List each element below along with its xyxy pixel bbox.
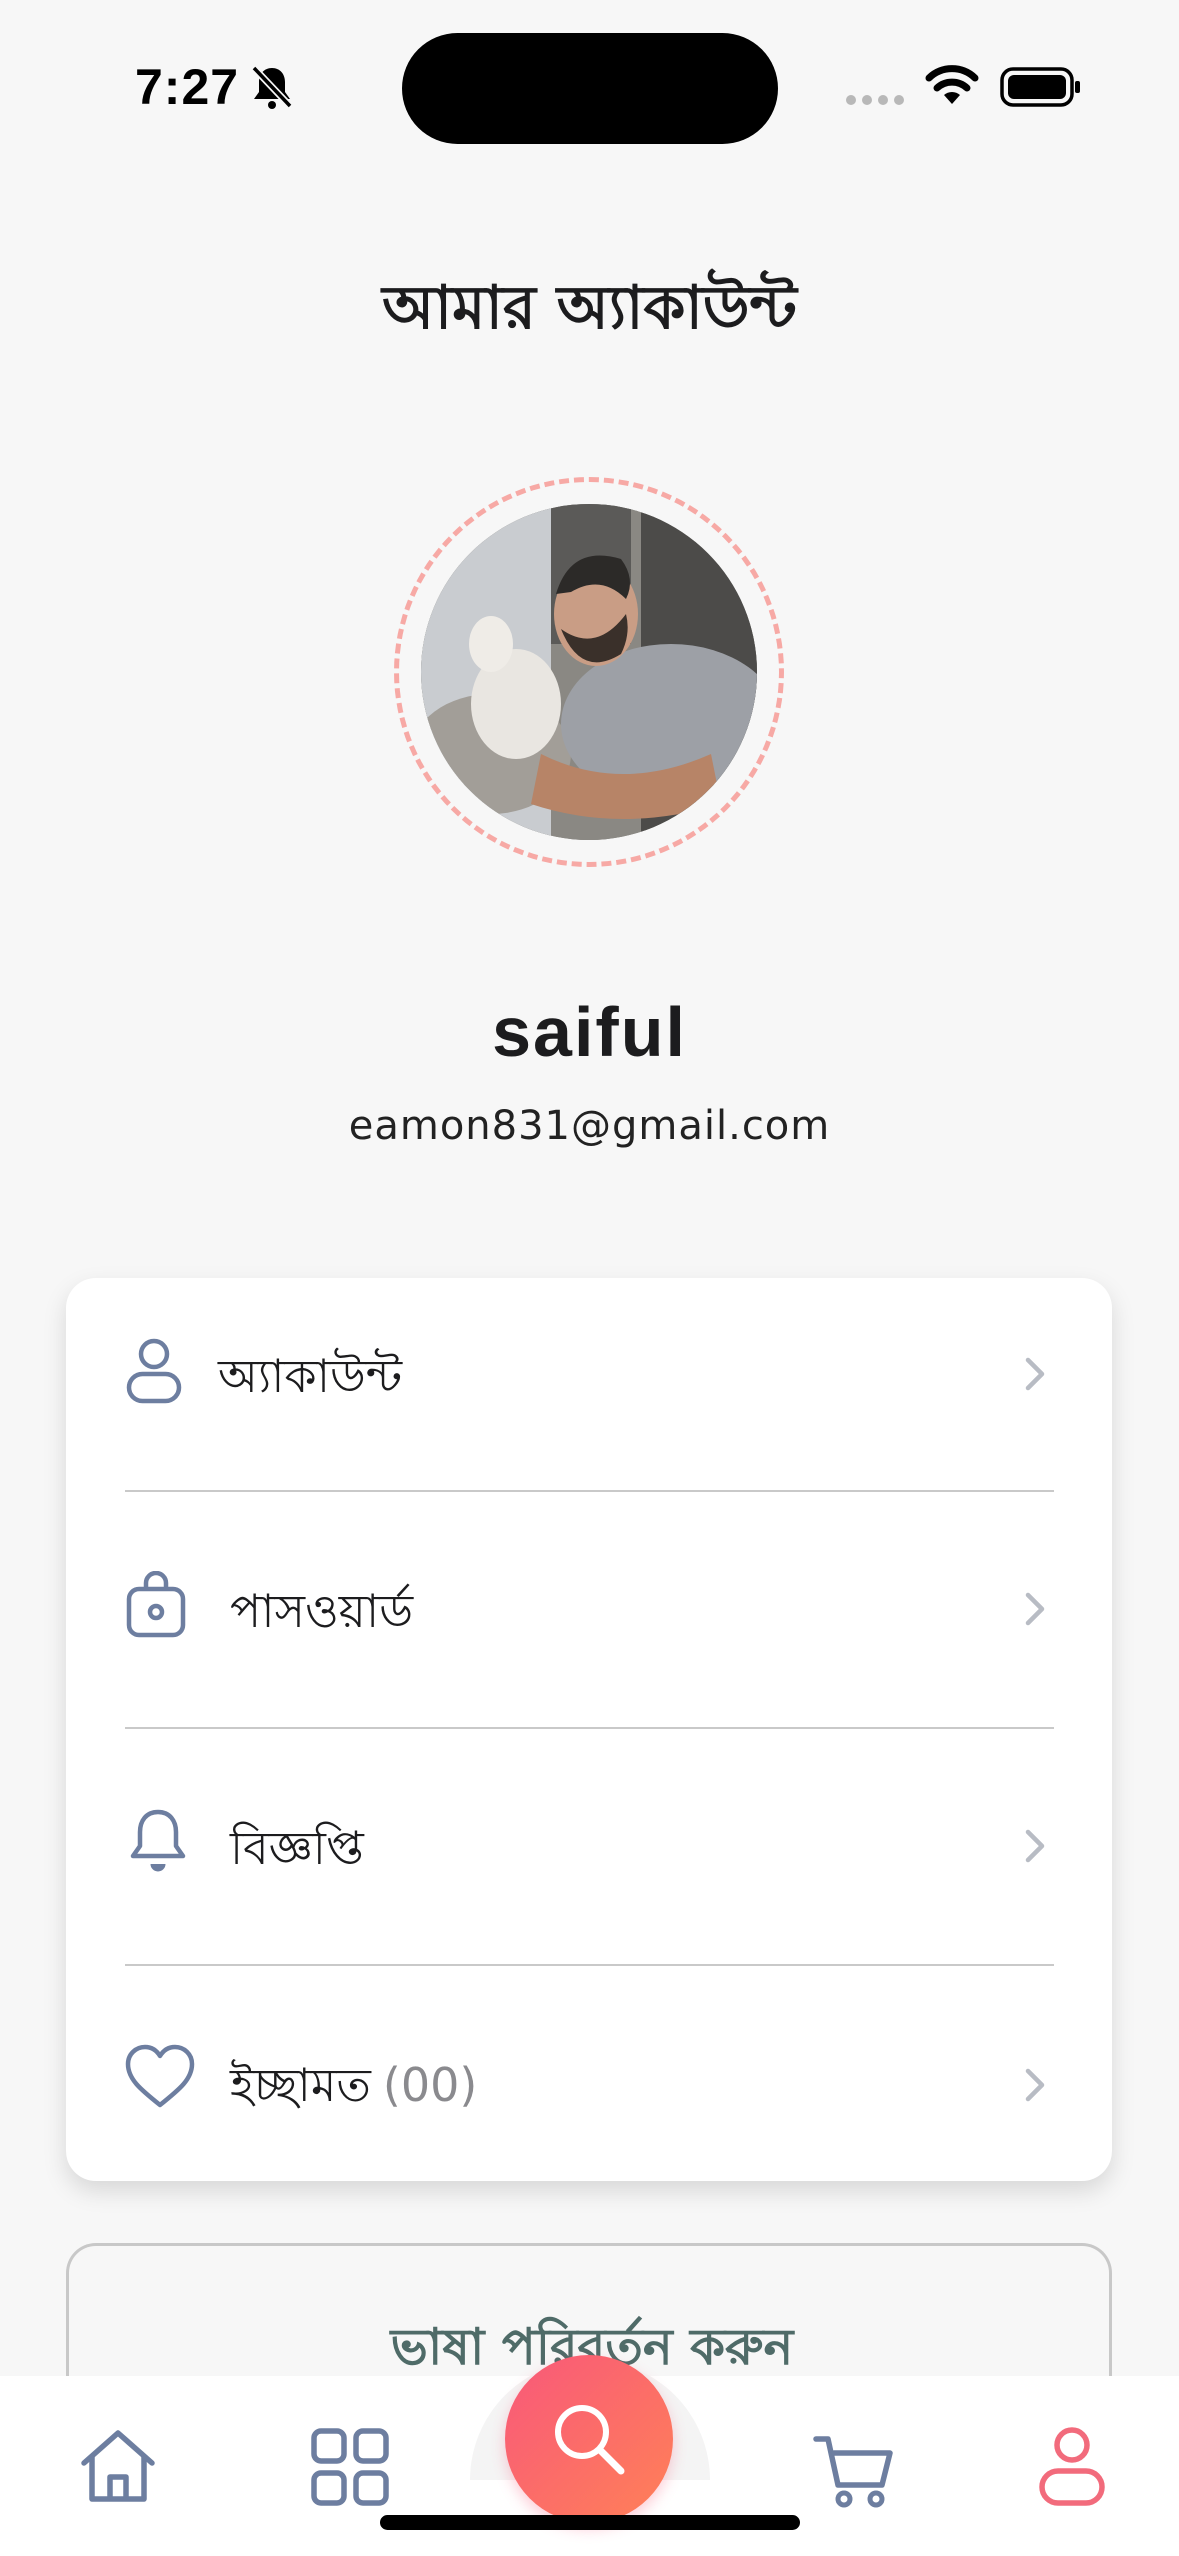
menu-card: অ্যাকাউন্ট পাসওয়ার্ড বিজ্ঞপ্তি ইচ্ছামত … — [66, 1278, 1112, 2181]
menu-item-wishlist[interactable]: ইচ্ছামত (00) — [66, 1989, 1112, 2226]
menu-divider — [125, 1727, 1054, 1729]
lock-icon — [126, 1571, 186, 1638]
silent-bell-icon — [251, 65, 293, 109]
menu-item-notifications[interactable]: বিজ্ঞপ্তি — [66, 1752, 1112, 1989]
menu-item-label: বিজ্ঞপ্তি — [230, 1821, 364, 1875]
chevron-right-icon — [1025, 1829, 1045, 1863]
user-email: eamon831@gmail.com — [348, 1103, 831, 1149]
status-time: 7:27 — [135, 59, 240, 115]
dynamic-island — [402, 33, 778, 144]
profile-nav-icon[interactable] — [1030, 2425, 1114, 2509]
home-icon[interactable] — [76, 2425, 160, 2509]
menu-item-password[interactable]: পাসওয়ার্ড — [66, 1515, 1112, 1752]
user-icon — [126, 1338, 182, 1404]
menu-divider — [125, 1964, 1054, 1966]
page-title: আমার অ্যাকাউন্ট — [382, 273, 797, 343]
wifi-icon — [925, 65, 979, 104]
battery-icon — [1000, 67, 1080, 107]
home-indicator — [380, 2515, 800, 2530]
bell-icon — [130, 1809, 186, 1872]
cellular-signal-icon — [846, 95, 904, 105]
menu-item-account[interactable]: অ্যাকাউন্ট — [66, 1278, 1112, 1515]
menu-item-label: অ্যাকাউন্ট — [218, 1349, 403, 1403]
menu-divider — [125, 1490, 1054, 1492]
chevron-right-icon — [1025, 1592, 1045, 1626]
grid-icon[interactable] — [308, 2425, 392, 2509]
search-icon — [555, 2405, 625, 2475]
search-button[interactable] — [505, 2355, 673, 2523]
avatar[interactable] — [421, 504, 757, 840]
avatar-photo — [421, 504, 757, 840]
wishlist-count: (00) — [382, 2058, 478, 2112]
menu-item-label: ইচ্ছামত — [230, 2058, 371, 2112]
chevron-right-icon — [1025, 2068, 1045, 2102]
heart-icon — [125, 2044, 195, 2108]
cart-icon[interactable] — [812, 2427, 896, 2511]
menu-item-label-group: ইচ্ছামত (00) — [230, 2051, 477, 2127]
chevron-right-icon — [1025, 1357, 1045, 1391]
menu-item-label: পাসওয়ার্ড — [230, 1584, 414, 1638]
user-name: saiful — [492, 993, 687, 1071]
account-screen: 7:27 আমার অ্যাকাউন্ট saiful eamon831@gma… — [0, 0, 1179, 2556]
